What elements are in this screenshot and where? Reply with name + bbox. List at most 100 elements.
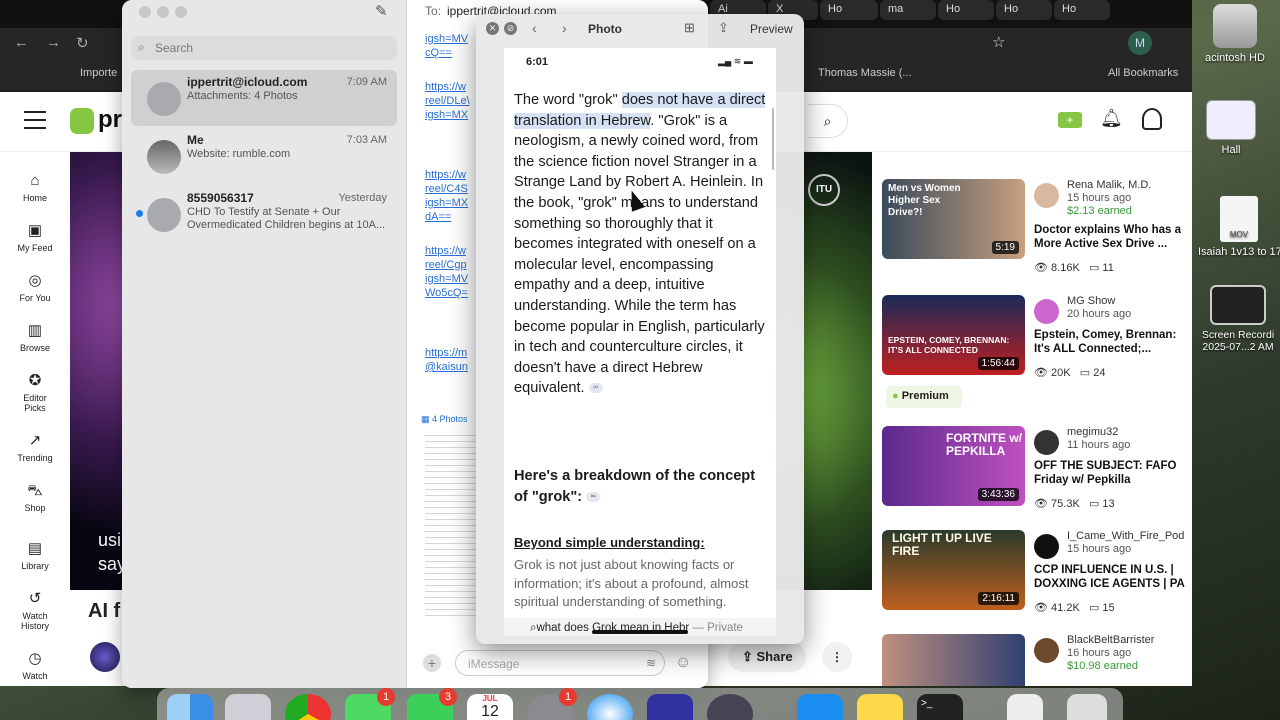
trash-icon[interactable] (1067, 694, 1107, 720)
channel-name[interactable]: MG Show (1067, 295, 1115, 307)
all-bookmarks[interactable]: All Bookmarks (1108, 67, 1178, 79)
related-video-item[interactable]: Men vs Women Higher Sex Drive?! 5:19 Ren… (882, 179, 1192, 274)
channel-avatar[interactable] (1034, 638, 1059, 663)
finder-icon[interactable] (167, 694, 213, 720)
photos-attachment-label[interactable]: ▦ 4 Photos (421, 414, 468, 425)
user-profile-icon[interactable] (1142, 108, 1162, 130)
more-options-icon[interactable]: ⋮ (822, 642, 852, 672)
browse-icon: ▥ (27, 322, 43, 339)
nav-trending[interactable]: ↗ Trending (0, 432, 70, 463)
close-window-icon[interactable] (139, 6, 151, 18)
forward-arrow-icon[interactable]: → (46, 34, 61, 51)
notes-icon[interactable] (857, 694, 903, 720)
next-arrow-icon[interactable]: › (562, 20, 567, 36)
video-thumbnail[interactable]: Men vs Women Higher Sex Drive?! 5:19 (882, 179, 1025, 259)
video-thumbnail[interactable]: LIGHT IT UP LIVE FIRE 2:16:11 (882, 530, 1025, 610)
channel-name[interactable]: I_Came_With_Fire_Pod (1067, 530, 1184, 542)
profile-avatar[interactable]: M (1128, 31, 1152, 55)
chrome-icon[interactable] (285, 694, 331, 720)
conversation-item[interactable]: 8559056317 Yesterday CHD To Testify at S… (131, 186, 397, 242)
browser-tab[interactable]: Ho (938, 0, 994, 20)
related-video-item[interactable]: EPSTEIN, COMEY, BRENNAN: IT'S ALL CONNEC… (882, 295, 1192, 385)
nav-my-feed[interactable]: ▣ My Feed (0, 222, 70, 253)
search-icon[interactable]: ⌕ (808, 104, 848, 138)
browser-tab[interactable]: ma (880, 0, 936, 20)
premium-badge[interactable]: ● Premium (886, 386, 962, 408)
notifications-bell-icon[interactable]: 🔔︎ (1100, 108, 1123, 129)
conversation-item[interactable]: Me 7:03 AM Website: rumble.com (131, 128, 397, 184)
previous-arrow-icon[interactable]: ‹ (532, 20, 537, 36)
link-icon[interactable]: ∞ (586, 492, 601, 503)
emoji-icon[interactable]: ☺ (675, 654, 691, 672)
video-thumbnail[interactable]: FORTNITE w/ PEPKILLA 3:43:36 (882, 426, 1025, 506)
stop-icon[interactable]: ⊘ (504, 22, 517, 35)
related-video-item[interactable]: LIGHT IT UP LIVE FIRE 2:16:11 I_Came_Wit… (882, 530, 1192, 620)
minimize-window-icon[interactable] (157, 6, 169, 18)
desktop-item-hd[interactable]: acintosh HD (1195, 4, 1275, 64)
nav-shop[interactable]: ⛍ Shop (0, 482, 70, 513)
zoom-window-icon[interactable] (175, 6, 187, 18)
channel-avatar[interactable] (1034, 299, 1059, 324)
nav-for-you[interactable]: ◎ For You (0, 272, 70, 303)
share-button[interactable]: ⇪ Share (728, 642, 806, 672)
channel-name[interactable]: Rena Malik, M.D. (1067, 179, 1151, 191)
compose-icon[interactable]: ✎ (375, 2, 388, 20)
terminal-icon[interactable]: >_ (917, 694, 963, 720)
link-icon[interactable]: ∞ (588, 383, 603, 394)
nav-library[interactable]: ▤ Library (0, 540, 70, 571)
facetime-icon[interactable]: 3 (407, 688, 457, 720)
mail-icon[interactable] (797, 694, 843, 720)
desktop-item-screen-recording[interactable]: Screen Recordi 2025-07...2 AM (1196, 285, 1280, 353)
messages-icon[interactable]: 1 (345, 688, 395, 720)
channel-avatar[interactable] (1034, 534, 1059, 559)
hamburger-menu-icon[interactable] (24, 111, 46, 129)
app-icon[interactable] (707, 694, 753, 720)
open-in-preview-button[interactable]: Preview (750, 22, 793, 36)
upload-video-icon[interactable]: + (1058, 112, 1082, 128)
bookmark-folder[interactable]: Importe (80, 67, 117, 79)
nav-browse[interactable]: ▥ Browse (0, 322, 70, 353)
related-video-item[interactable]: BlackBeltBarrister 16 hours ago $10.98 e… (882, 634, 1192, 686)
close-icon[interactable]: ✕ (486, 22, 499, 35)
document-icon[interactable] (1007, 694, 1043, 720)
app-icon[interactable] (647, 694, 693, 720)
bookmark-link[interactable]: Thomas Massie (... (818, 67, 912, 79)
audio-waveform-icon[interactable]: ≋ (646, 656, 656, 670)
conversation-item[interactable]: ippertrit@icloud.com 7:09 AM Attachments… (131, 70, 397, 126)
browser-tab[interactable]: Ho (1054, 0, 1110, 20)
system-settings-icon[interactable]: 1 (527, 688, 577, 720)
reload-icon[interactable]: ↻ (76, 34, 89, 52)
photo-attachment-thumbnail[interactable] (425, 430, 477, 620)
browser-tab[interactable]: Ho (820, 0, 878, 20)
safari-icon[interactable] (587, 694, 633, 720)
video-title[interactable]: CCP INFLUENCE IN U.S. | DOXXING ICE AGEN… (1034, 563, 1192, 591)
browser-tab[interactable]: Ho (996, 0, 1052, 20)
nav-watch-later[interactable]: ◷ Watch (0, 650, 70, 681)
video-title[interactable]: Doctor explains Who has a More Active Se… (1034, 223, 1192, 251)
channel-avatar[interactable] (1034, 430, 1059, 455)
launchpad-icon[interactable] (225, 694, 271, 720)
add-attachment-icon[interactable]: + (423, 654, 441, 672)
nav-watch-history[interactable]: ↺ Watch History (0, 590, 70, 631)
calendar-icon[interactable]: JUL 12 (467, 694, 513, 720)
nav-editor-picks[interactable]: ✪ Editor Picks (0, 372, 70, 413)
desktop-item-hall[interactable]: Hall (1191, 100, 1271, 156)
video-thumbnail[interactable] (882, 634, 1025, 686)
related-video-item[interactable]: FORTNITE w/ PEPKILLA 3:43:36 megimu32 11… (882, 426, 1192, 516)
video-thumbnail[interactable]: EPSTEIN, COMEY, BRENNAN: IT'S ALL CONNEC… (882, 295, 1025, 375)
back-arrow-icon[interactable]: ← (14, 34, 29, 51)
rumble-logo-icon[interactable] (70, 108, 94, 134)
grid-view-icon[interactable]: ⊞ (684, 20, 695, 36)
channel-name[interactable]: BlackBeltBarrister (1067, 634, 1154, 646)
channel-name[interactable]: megimu32 (1067, 426, 1118, 438)
channel-avatar[interactable] (1034, 183, 1059, 208)
video-title[interactable]: OFF THE SUBJECT: FAFO Friday w/ Pepkilla (1034, 459, 1192, 487)
imessage-input[interactable]: iMessage ≋ (455, 650, 665, 676)
search-input[interactable]: ⌕ Search (131, 36, 397, 60)
channel-avatar[interactable] (90, 642, 120, 672)
bookmark-star-icon[interactable]: ☆ (992, 33, 1005, 51)
video-title[interactable]: Epstein, Comey, Brennan: It's ALL Connec… (1034, 328, 1192, 356)
share-icon[interactable]: ⇪ (718, 20, 729, 36)
nav-home[interactable]: ⌂ Home (0, 172, 70, 203)
desktop-item-isaiah[interactable]: MOV Isaiah 1v13 to 17 (1198, 196, 1280, 258)
